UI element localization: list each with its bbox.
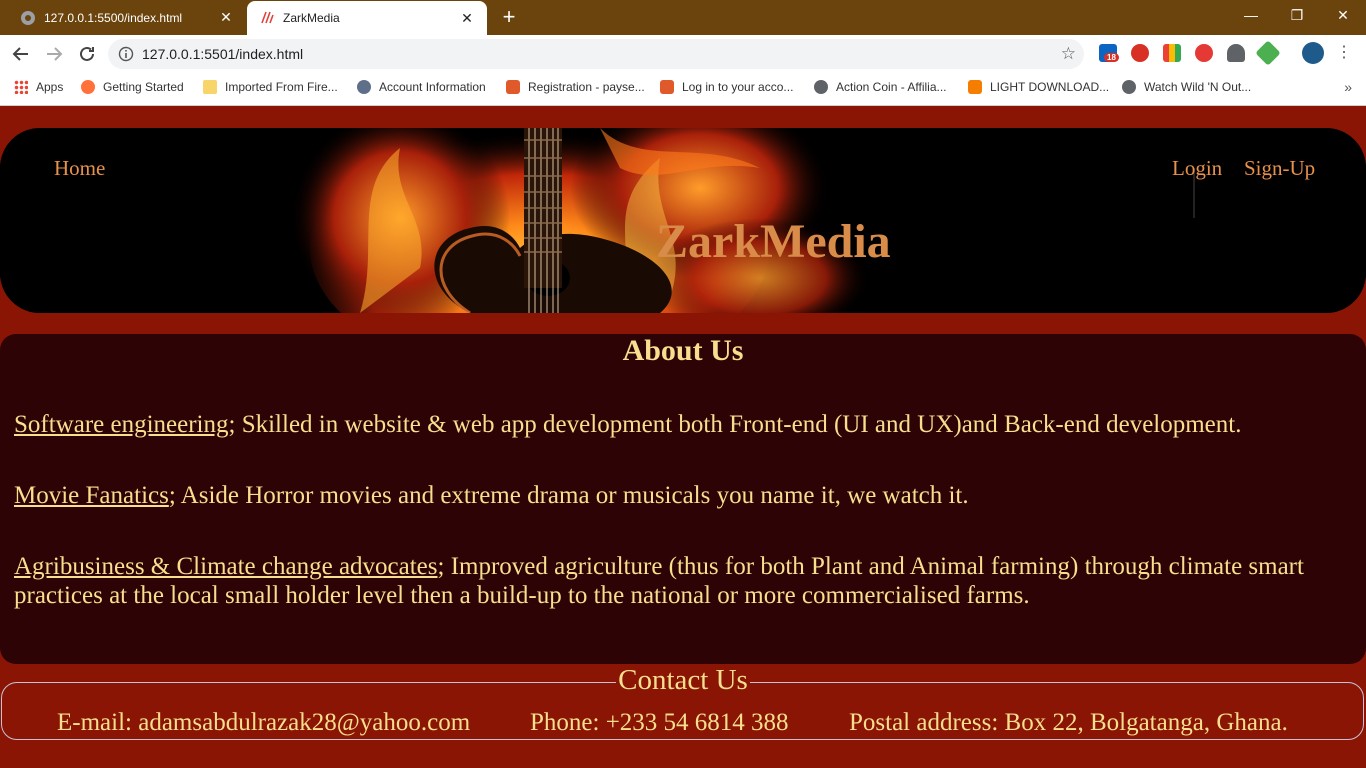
- bookmark-label: LIGHT DOWNLOAD...: [990, 80, 1110, 94]
- contact-heading: Contact Us: [0, 664, 1366, 697]
- nav-login-link[interactable]: Login: [1172, 156, 1222, 181]
- payse-icon: [660, 80, 674, 94]
- url-text: 127.0.0.1:5501/index.html: [142, 46, 304, 62]
- bookmark-label: Account Information: [379, 80, 486, 94]
- bookmark-label: Apps: [36, 80, 64, 94]
- close-window-button[interactable]: ✕: [1320, 0, 1366, 30]
- bookmark-label: Log in to your acco...: [682, 80, 794, 94]
- restore-button[interactable]: ❐: [1274, 0, 1320, 30]
- about-section: About Us Software engineering; Skilled i…: [0, 334, 1366, 664]
- about-term[interactable]: Movie Fanatics: [14, 482, 169, 509]
- bookmark-registration[interactable]: Registration - payse...: [506, 80, 645, 94]
- bookmark-label: Registration - payse...: [528, 80, 645, 94]
- reload-icon: [80, 46, 94, 61]
- site-title: ZarkMedia: [656, 215, 891, 268]
- zarkmedia-favicon-icon: [261, 11, 274, 24]
- about-text: ; Skilled in website & web app developme…: [228, 411, 1242, 438]
- header-banner: Home Login Sign-Up ZarkMedia: [0, 128, 1366, 313]
- about-term[interactable]: Software engineering: [14, 411, 229, 438]
- bookmarks-bar: Apps Getting Started Imported From Fire.…: [0, 72, 1366, 106]
- bookmark-star-icon[interactable]: ☆: [1061, 44, 1076, 64]
- reload-button[interactable]: [75, 42, 99, 66]
- contact-postal: Postal address: Box 22, Bolgatanga, Ghan…: [849, 709, 1288, 736]
- menu-icon[interactable]: ⋮: [1336, 42, 1352, 61]
- minimize-button[interactable]: —: [1228, 0, 1274, 30]
- info-icon[interactable]: [118, 46, 134, 62]
- bookmark-action-coin[interactable]: Action Coin - Affilia...: [814, 80, 947, 94]
- bookmarks-overflow-button[interactable]: »: [1344, 79, 1352, 95]
- bookmark-account-information[interactable]: Account Information: [357, 80, 486, 94]
- notification-badge: 18: [1104, 53, 1119, 62]
- browser-tab-1[interactable]: 127.0.0.1:5500/index.html ✕: [8, 0, 246, 35]
- about-heading: About Us: [622, 334, 744, 367]
- bookmark-label: Watch Wild 'N Out...: [1144, 80, 1252, 94]
- payse-icon: [506, 80, 520, 94]
- linkedin-extension-icon[interactable]: 18: [1099, 44, 1119, 62]
- tab-label: 127.0.0.1:5500/index.html: [44, 10, 183, 25]
- globe-icon: [21, 10, 35, 25]
- bookmark-wild-n-out[interactable]: Watch Wild 'N Out...: [1122, 80, 1251, 94]
- forward-button[interactable]: [42, 42, 66, 66]
- bookmark-getting-started[interactable]: Getting Started: [81, 80, 184, 94]
- bookmark-label: Getting Started: [103, 80, 184, 94]
- nav-home-link[interactable]: Home: [54, 156, 105, 181]
- folder-icon: [203, 80, 217, 94]
- browser-titlebar: 127.0.0.1:5500/index.html ✕ ZarkMedia ✕ …: [0, 0, 1366, 35]
- about-item-movies: Movie Fanatics; Aside Horror movies and …: [14, 481, 1334, 510]
- mega-extension-icon[interactable]: [1131, 44, 1149, 62]
- blogger-icon: [968, 80, 982, 94]
- tab-label: ZarkMedia: [283, 11, 340, 25]
- cloud-download-icon[interactable]: [1227, 44, 1245, 62]
- about-item-software: Software engineering; Skilled in website…: [14, 410, 1334, 439]
- browser-toolbar: 127.0.0.1:5501/index.html ☆ 18 ⋮: [0, 35, 1366, 72]
- browser-tab-2[interactable]: ZarkMedia ✕: [247, 1, 487, 35]
- bookmark-apps[interactable]: Apps: [14, 80, 63, 94]
- firefox-icon: [81, 80, 95, 94]
- close-icon[interactable]: ✕: [459, 10, 475, 27]
- cube-extension-icon[interactable]: [1255, 40, 1281, 66]
- globe-icon: [814, 80, 828, 94]
- new-tab-button[interactable]: +: [498, 6, 520, 28]
- avatar[interactable]: [1302, 42, 1324, 64]
- bookmark-label: Action Coin - Affilia...: [836, 80, 947, 94]
- contact-email: E-mail: adamsabdulrazak28@yahoo.com: [57, 709, 471, 736]
- about-text: ; Aside Horror movies and extreme drama …: [168, 482, 969, 509]
- back-button[interactable]: [9, 42, 33, 66]
- apps-grid-icon: [14, 80, 28, 94]
- bookmark-imported[interactable]: Imported From Fire...: [203, 80, 338, 94]
- bookmark-light-download[interactable]: LIGHT DOWNLOAD...: [968, 80, 1109, 94]
- arrow-right-icon: [47, 47, 63, 61]
- nav-signup-link[interactable]: Sign-Up: [1244, 156, 1315, 181]
- color-extension-icon[interactable]: [1163, 44, 1181, 62]
- sync-extension-icon[interactable]: [1195, 44, 1213, 62]
- bookmark-login[interactable]: Log in to your acco...: [660, 80, 793, 94]
- contact-phone: Phone: +233 54 6814 388: [530, 709, 789, 736]
- about-item-agribusiness: Agribusiness & Climate change advocates;…: [14, 552, 1334, 610]
- about-term[interactable]: Agribusiness & Climate change advocates: [14, 553, 438, 580]
- contact-title: Contact Us: [616, 664, 750, 696]
- arrow-left-icon: [12, 47, 28, 61]
- account-icon: [357, 80, 371, 94]
- globe-icon: [1122, 80, 1136, 94]
- address-bar[interactable]: 127.0.0.1:5501/index.html ☆: [108, 39, 1084, 69]
- close-icon[interactable]: ✕: [218, 9, 234, 26]
- bookmark-label: Imported From Fire...: [225, 80, 338, 94]
